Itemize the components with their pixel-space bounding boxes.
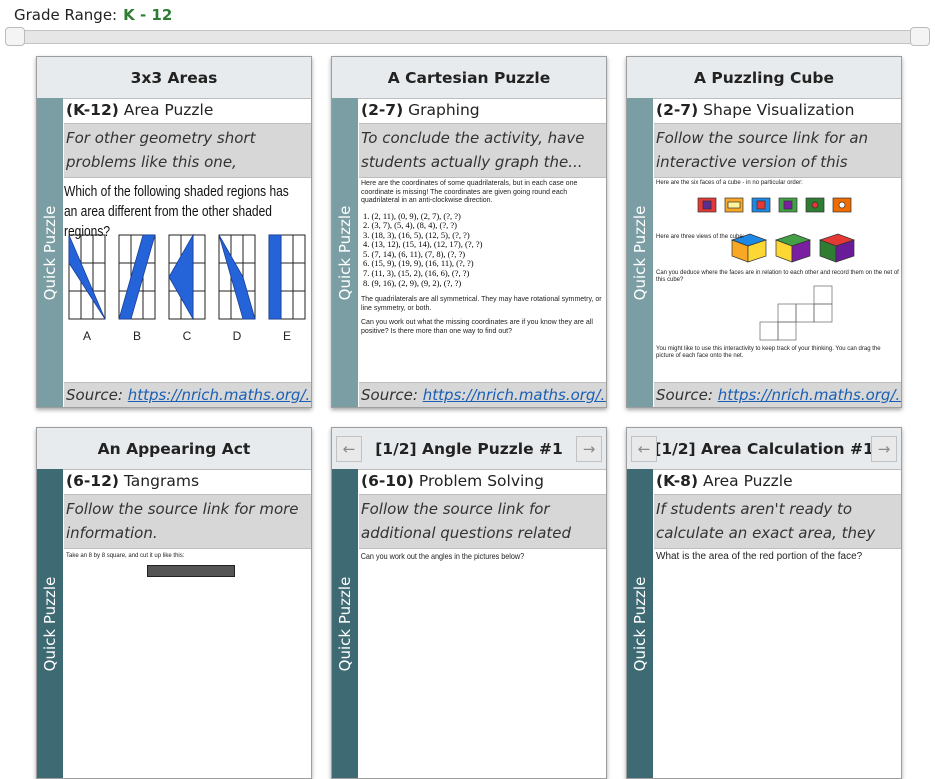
card-description: Follow the source link for more informat… bbox=[64, 495, 311, 549]
source-link[interactable]: https://nrich.maths.org/... bbox=[128, 386, 311, 404]
quick-puzzle-tab: Quick Puzzle bbox=[37, 469, 63, 778]
source-link[interactable]: https://nrich.maths.org/... bbox=[718, 386, 901, 404]
card-source: Source: https://nrich.maths.org/... bbox=[654, 382, 901, 407]
card-category: (2-7) Graphing bbox=[359, 98, 606, 124]
puzzle-preview: What is the area of the red portion of t… bbox=[654, 549, 901, 732]
puzzle-intro: Here are the coordinates of some quadril… bbox=[361, 180, 578, 204]
source-label: Source: bbox=[656, 386, 713, 404]
card-description: If students aren't ready to calculate an… bbox=[654, 495, 901, 549]
tangram-figure bbox=[147, 565, 235, 577]
category-label: Graphing bbox=[408, 101, 480, 119]
source-label: Source: bbox=[66, 386, 123, 404]
puzzle-card[interactable]: An Appearing Act Quick Puzzle (6-12) Tan… bbox=[36, 427, 312, 779]
quick-puzzle-label: Quick Puzzle bbox=[631, 576, 649, 671]
region-e bbox=[268, 234, 282, 320]
grade-badge: (6-10) bbox=[361, 472, 414, 490]
next-arrow-button[interactable]: → bbox=[576, 436, 602, 462]
quick-puzzle-tab: Quick Puzzle bbox=[37, 98, 63, 407]
card-description: To conclude the activity, have students … bbox=[359, 124, 606, 178]
puzzle-note: Can you work out what the missing coordi… bbox=[361, 319, 593, 335]
quick-puzzle-tab: Quick Puzzle bbox=[627, 469, 653, 778]
next-arrow-button[interactable]: → bbox=[871, 436, 897, 462]
grade-badge: (K-12) bbox=[66, 101, 119, 119]
prev-arrow-button[interactable]: ← bbox=[631, 436, 657, 462]
card-source: Source: https://nrich.maths.org/... bbox=[359, 382, 606, 407]
shaded-regions-figure: A B C D E bbox=[68, 233, 306, 343]
card-description: Follow the source link for an interactiv… bbox=[654, 124, 901, 178]
card-category: (6-12) Tangrams bbox=[64, 469, 311, 495]
list-item: 8. (9, 16), (2, 9), (9, 2), (?, ?) bbox=[363, 277, 462, 288]
card-category: (K-12) Area Puzzle bbox=[64, 98, 311, 124]
coordinate-list: 1. (2, 11), (0, 9), (2, 7), (?, ?) 2. (3… bbox=[359, 211, 606, 289]
card-category: (6-10) Problem Solving bbox=[359, 469, 606, 495]
grade-range-label: Grade Range: K - 12 bbox=[14, 6, 172, 24]
source-label: Source: bbox=[361, 386, 418, 404]
card-title-text: [1/2] Angle Puzzle #1 bbox=[375, 439, 563, 458]
category-label: Area Puzzle bbox=[123, 101, 214, 119]
puzzle-preview: Here are the coordinates of some quadril… bbox=[359, 178, 606, 361]
region-a bbox=[68, 234, 106, 320]
option-label: A bbox=[83, 329, 91, 343]
grade-badge: (6-12) bbox=[66, 472, 119, 490]
quick-puzzle-label: Quick Puzzle bbox=[41, 576, 59, 671]
prev-arrow-button[interactable]: ← bbox=[336, 436, 362, 462]
slider-handle-min[interactable] bbox=[5, 27, 25, 46]
card-category: (K-8) Area Puzzle bbox=[654, 469, 901, 495]
card-title: ← [1/2] Area Calculation #1 → bbox=[627, 428, 901, 470]
puzzle-preview: Which of the following shaded regions ha… bbox=[64, 178, 311, 361]
puzzle-text: Can you deduce where the faces are in re… bbox=[656, 270, 899, 283]
quick-puzzle-tab: Quick Puzzle bbox=[332, 469, 358, 778]
puzzle-preview: Can you work out the angles in the pictu… bbox=[359, 549, 606, 732]
quick-puzzle-tab: Quick Puzzle bbox=[627, 98, 653, 407]
puzzle-card[interactable]: A Puzzling Cube Quick Puzzle (2-7) Shape… bbox=[626, 56, 902, 408]
category-label: Area Puzzle bbox=[703, 472, 793, 490]
card-description: Follow the source link for additional qu… bbox=[359, 495, 606, 549]
quick-puzzle-label: Quick Puzzle bbox=[336, 576, 354, 671]
card-source: Source: https://nrich.maths.org/... bbox=[64, 382, 311, 407]
quick-puzzle-label: Quick Puzzle bbox=[631, 205, 649, 300]
puzzle-card[interactable]: ← [1/2] Area Calculation #1 → Quick Puzz… bbox=[626, 427, 902, 779]
region-d bbox=[218, 234, 256, 320]
option-label: E bbox=[283, 329, 291, 343]
puzzle-text: You might like to use this interactivity… bbox=[656, 346, 881, 359]
puzzle-preview: Take an 8 by 8 square, and cut it up lik… bbox=[64, 549, 311, 732]
puzzle-text: Can you work out the angles in the pictu… bbox=[360, 551, 525, 561]
grade-badge: (2-7) bbox=[656, 101, 699, 119]
puzzle-card[interactable]: A Cartesian Puzzle Quick Puzzle (2-7) Gr… bbox=[331, 56, 607, 408]
source-link[interactable]: https://nrich.maths.org/... bbox=[423, 386, 606, 404]
puzzle-note: The quadrilaterals are all symmetrical. … bbox=[361, 296, 602, 312]
cube-faces-figure bbox=[697, 197, 856, 341]
quick-puzzle-label: Quick Puzzle bbox=[336, 205, 354, 300]
option-label: D bbox=[233, 329, 242, 343]
card-title: 3x3 Areas bbox=[37, 57, 311, 99]
quick-puzzle-label: Quick Puzzle bbox=[41, 205, 59, 300]
puzzle-text: What is the area of the red portion of t… bbox=[656, 551, 863, 562]
category-label: Shape Visualization bbox=[703, 101, 855, 119]
grade-range-slider[interactable] bbox=[12, 30, 926, 44]
card-description: For other geometry short problems like t… bbox=[64, 124, 311, 178]
quick-puzzle-tab: Quick Puzzle bbox=[332, 98, 358, 407]
option-label: C bbox=[183, 329, 192, 343]
card-title: ← [1/2] Angle Puzzle #1 → bbox=[332, 428, 606, 470]
card-title-text: [1/2] Area Calculation #1 bbox=[654, 439, 874, 458]
puzzle-text: Here are three views of the cube: bbox=[656, 234, 745, 240]
region-b bbox=[118, 234, 156, 320]
card-title: A Cartesian Puzzle bbox=[332, 57, 606, 99]
puzzle-preview: Here are the six faces of a cube - in no… bbox=[654, 178, 901, 361]
grade-range-value: K - 12 bbox=[123, 6, 173, 24]
card-title: An Appearing Act bbox=[37, 428, 311, 470]
puzzle-text: Take an 8 by 8 square, and cut it up lik… bbox=[66, 553, 185, 559]
category-label: Tangrams bbox=[123, 472, 200, 490]
slider-handle-max[interactable] bbox=[910, 27, 930, 46]
puzzle-card[interactable]: ← [1/2] Angle Puzzle #1 → Quick Puzzle (… bbox=[331, 427, 607, 779]
grade-range-text: Grade Range: bbox=[14, 6, 118, 24]
category-label: Problem Solving bbox=[418, 472, 544, 490]
card-category: (2-7) Shape Visualization bbox=[654, 98, 901, 124]
grade-badge: (2-7) bbox=[361, 101, 404, 119]
grade-badge: (K-8) bbox=[656, 472, 699, 490]
puzzle-card[interactable]: 3x3 Areas Quick Puzzle (K-12) Area Puzzl… bbox=[36, 56, 312, 408]
option-label: B bbox=[133, 329, 141, 343]
card-title: A Puzzling Cube bbox=[627, 57, 901, 99]
